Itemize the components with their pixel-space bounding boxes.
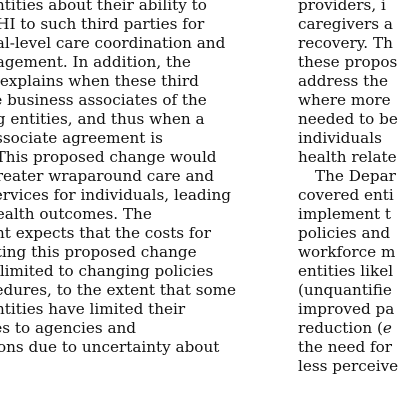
text-line: implement t — [298, 205, 392, 223]
text-line: where more — [298, 91, 391, 109]
text-line: e explains when these third — [0, 72, 199, 90]
text-line: covered enti — [298, 186, 394, 204]
paragraph-start-line: The Depar — [315, 167, 396, 185]
text-line: li — [0, 357, 287, 376]
text-line: entities about their ability to — [0, 0, 207, 14]
text-line: (unquantifie — [298, 281, 392, 299]
text-line: improved pa — [298, 300, 395, 318]
text-line: providers, i — [298, 0, 386, 14]
text-line: the need for — [298, 338, 393, 356]
text-line: tions due to uncertainty about — [0, 338, 220, 356]
text-line: cedures, to the extent that some — [0, 281, 237, 299]
text-line: address the — [298, 72, 389, 90]
text-line: these propos — [298, 53, 398, 71]
text-line: workforce m — [298, 243, 396, 261]
text-line: res to agencies and — [0, 319, 137, 337]
text-line: nting this proposed change — [0, 243, 197, 261]
text-line: less perceive — [298, 357, 399, 375]
text-line: nagement. In addition, the — [0, 53, 191, 71]
text-line: e limited to changing policies — [0, 262, 214, 280]
text-line: needed to be — [298, 110, 398, 128]
text-line: health relate — [298, 148, 397, 166]
text-line: greater wraparound care and — [0, 167, 215, 185]
text-line: recovery. Th — [298, 34, 393, 52]
italic-fragment: e — [382, 319, 392, 337]
text-line: individuals — [298, 129, 382, 147]
text-line: reduction (e — [298, 319, 400, 338]
text-line: ng entities, and thus when a — [0, 110, 205, 128]
left-text-column: entities about their ability to PHI to s… — [0, 0, 287, 376]
text-line: nal-level care coordination and — [0, 34, 226, 52]
right-text-column: providers, i caregivers a recovery. Th t… — [298, 0, 400, 376]
text-line: PHI to such third parties for — [0, 15, 205, 33]
text-line: health outcomes. The — [0, 205, 152, 223]
text-line: entities have limited their — [0, 300, 186, 318]
text-line: associate agreement is — [0, 129, 163, 147]
text-line: ent expects that the costs for — [0, 224, 211, 242]
text-fragment: reduction ( — [298, 319, 383, 337]
text-line: entities likel — [298, 262, 394, 280]
text-line: . This proposed change would — [0, 148, 217, 166]
text-line: re business associates of the — [0, 91, 207, 109]
document-page: entities about their ability to PHI to s… — [0, 0, 400, 400]
text-line: services for individuals, leading — [0, 186, 231, 204]
text-line: policies and — [298, 224, 391, 242]
text-line: caregivers a — [298, 15, 393, 33]
